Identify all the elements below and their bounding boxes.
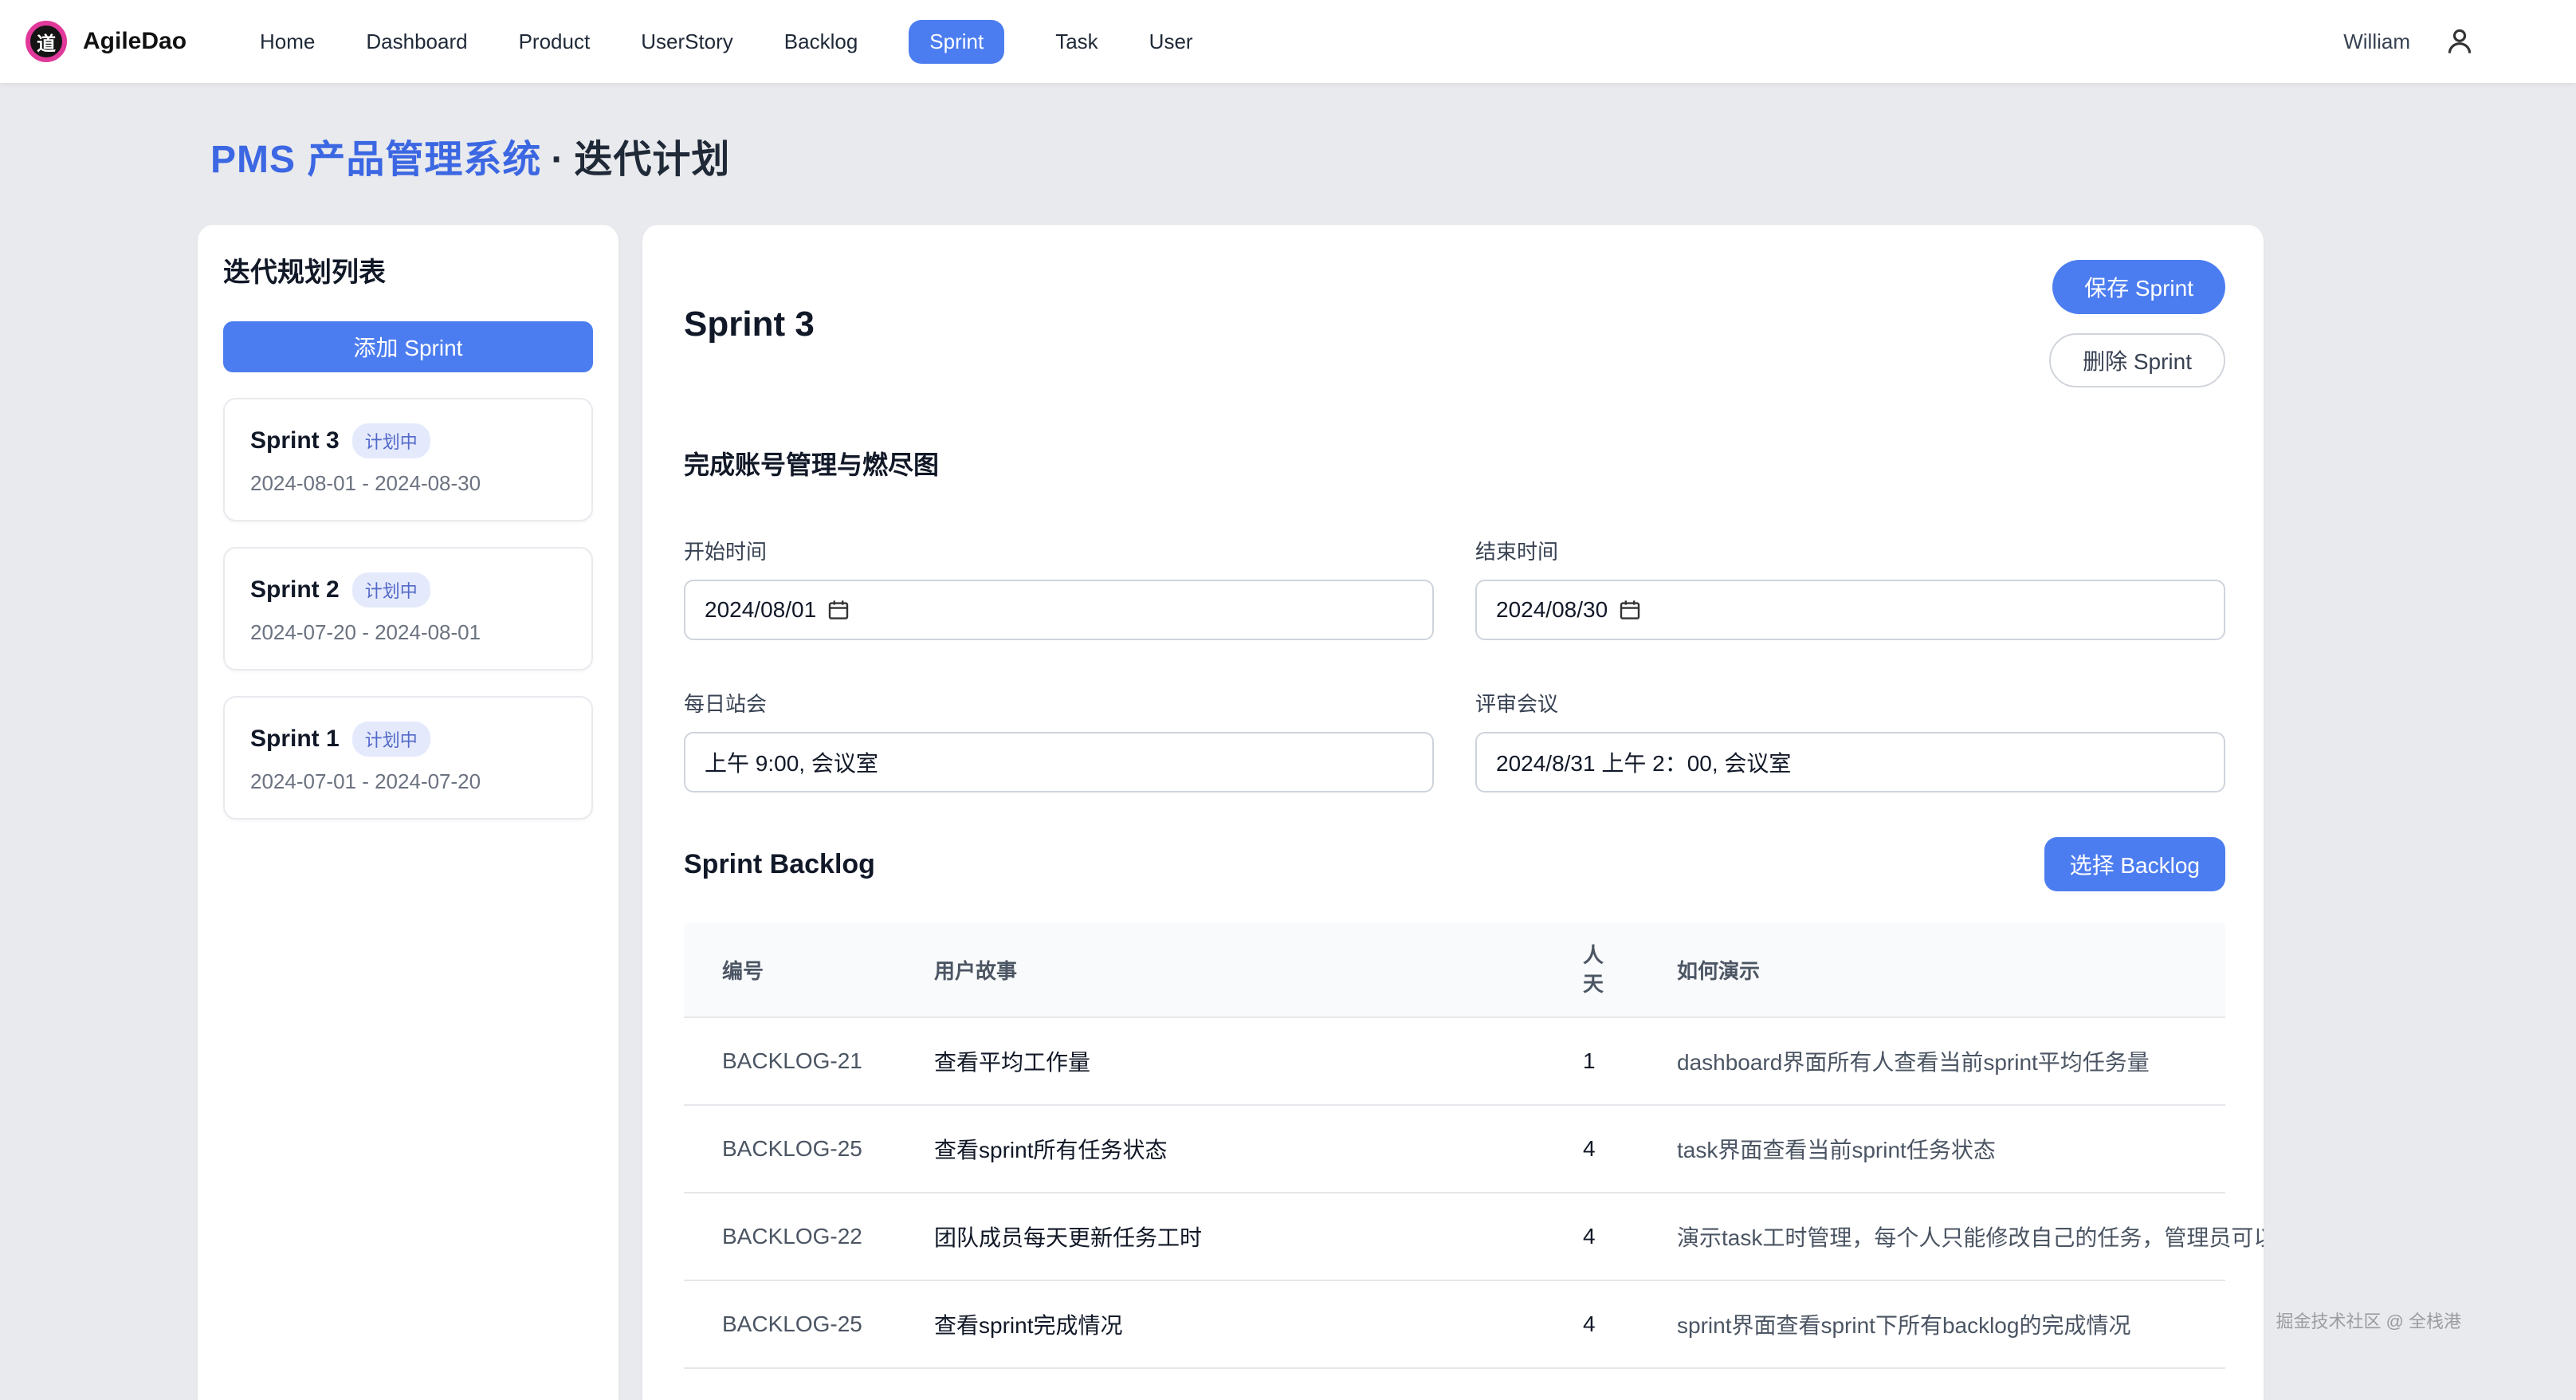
nav-item-dashboard[interactable]: Dashboard bbox=[366, 29, 467, 54]
sprint-item-name: Sprint 2 bbox=[250, 576, 340, 604]
cell-days: 4 bbox=[1564, 1280, 1651, 1368]
username[interactable]: William bbox=[2343, 29, 2410, 54]
calendar-icon[interactable] bbox=[1619, 599, 1641, 621]
standup-value: 上午 9:00, 会议室 bbox=[705, 746, 878, 778]
cell-id: BACKLOG-21 bbox=[684, 1017, 896, 1105]
cell-demo: dashboard界面所有人查看当前sprint平均任务量 bbox=[1651, 1017, 2225, 1105]
sprint-item-dates: 2024-07-01 - 2024-07-20 bbox=[250, 769, 566, 794]
nav-right: William bbox=[2343, 27, 2474, 56]
sprint-list-heading: 迭代规划列表 bbox=[223, 250, 593, 289]
delete-sprint-button[interactable]: 删除 Sprint bbox=[2049, 333, 2225, 387]
table-row: BACKLOG-25 查看sprint所有任务状态 4 task界面查看当前sp… bbox=[684, 1105, 2225, 1193]
sprint-detail-title: Sprint 3 bbox=[684, 305, 815, 344]
nav-item-sprint[interactable]: Sprint bbox=[909, 20, 1004, 64]
standup-label: 每日站会 bbox=[684, 688, 1434, 718]
col-story: 用户故事 bbox=[896, 923, 1564, 1017]
nav-item-task[interactable]: Task bbox=[1055, 29, 1098, 54]
cell-days: 4 bbox=[1564, 1193, 1651, 1280]
sprint-item-name: Sprint 3 bbox=[250, 427, 340, 454]
page-title-section: 迭代计划 bbox=[574, 139, 730, 181]
user-profile-icon[interactable] bbox=[2445, 27, 2474, 56]
start-time-field: 开始时间 2024/08/01 bbox=[684, 536, 1434, 640]
sprint-item-dates: 2024-08-01 - 2024-08-30 bbox=[250, 471, 566, 496]
cell-days: 4 bbox=[1564, 1105, 1651, 1193]
end-date-input[interactable]: 2024/08/30 bbox=[1475, 580, 2225, 640]
backlog-heading: Sprint Backlog bbox=[684, 849, 875, 880]
review-label: 评审会议 bbox=[1475, 688, 2225, 718]
sprint-list-item-3[interactable]: Sprint 3 计划中 2024-08-01 - 2024-08-30 bbox=[223, 398, 593, 521]
page-title: PMS 产品管理系统·迭代计划 bbox=[210, 128, 2576, 183]
page-title-separator: · bbox=[551, 139, 564, 181]
sprint-list-item-2[interactable]: Sprint 2 计划中 2024-07-20 - 2024-08-01 bbox=[223, 547, 593, 671]
nav-item-product[interactable]: Product bbox=[519, 29, 591, 54]
brand-name: AgileDao bbox=[83, 28, 187, 55]
backlog-table: 编号 用户故事 人天 如何演示 BACKLOG-21 查看平均工作量 1 das… bbox=[684, 923, 2225, 1369]
status-badge: 计划中 bbox=[352, 423, 430, 458]
cell-story: 查看sprint所有任务状态 bbox=[896, 1105, 1564, 1193]
sprint-list-panel: 迭代规划列表 添加 Sprint Sprint 3 计划中 2024-08-01… bbox=[198, 225, 618, 1400]
add-sprint-button[interactable]: 添加 Sprint bbox=[223, 321, 593, 372]
cell-demo: task界面查看当前sprint任务状态 bbox=[1651, 1105, 2225, 1193]
sprint-item-name: Sprint 1 bbox=[250, 726, 340, 753]
content-area: 迭代规划列表 添加 Sprint Sprint 3 计划中 2024-08-01… bbox=[198, 225, 2264, 1400]
detail-header: Sprint 3 保存 Sprint 删除 Sprint bbox=[684, 260, 2225, 387]
col-demo: 如何演示 bbox=[1651, 923, 2225, 1017]
save-sprint-button[interactable]: 保存 Sprint bbox=[2052, 260, 2225, 314]
nav-item-user[interactable]: User bbox=[1149, 29, 1193, 54]
nav-item-backlog[interactable]: Backlog bbox=[784, 29, 858, 54]
main-nav: Home Dashboard Product UserStory Backlog… bbox=[260, 20, 1193, 64]
cell-story: 查看平均工作量 bbox=[896, 1017, 1564, 1105]
sprint-form: 开始时间 2024/08/01 结束时间 2024/08/30 bbox=[684, 536, 2225, 792]
col-id: 编号 bbox=[684, 923, 896, 1017]
cell-days: 1 bbox=[1564, 1017, 1651, 1105]
page-title-system: PMS 产品管理系统 bbox=[210, 139, 541, 181]
cell-id: BACKLOG-25 bbox=[684, 1280, 896, 1368]
table-row: BACKLOG-22 团队成员每天更新任务工时 4 演示task工时管理，每个人… bbox=[684, 1193, 2225, 1280]
cell-id: BACKLOG-22 bbox=[684, 1193, 896, 1280]
table-header-row: 编号 用户故事 人天 如何演示 bbox=[684, 923, 2225, 1017]
cell-story: 团队成员每天更新任务工时 bbox=[896, 1193, 1564, 1280]
sprint-goal: 完成账号管理与燃尽图 bbox=[684, 445, 2225, 482]
end-time-label: 结束时间 bbox=[1475, 536, 2225, 565]
cell-demo: sprint界面查看sprint下所有backlog的完成情况 bbox=[1651, 1280, 2225, 1368]
table-row: BACKLOG-25 查看sprint完成情况 4 sprint界面查看spri… bbox=[684, 1280, 2225, 1368]
standup-field: 每日站会 上午 9:00, 会议室 bbox=[684, 688, 1434, 792]
end-date-value: 2024/08/30 bbox=[1496, 597, 1608, 623]
cell-story: 查看sprint完成情况 bbox=[896, 1280, 1564, 1368]
start-time-label: 开始时间 bbox=[684, 536, 1434, 565]
col-days: 人天 bbox=[1564, 923, 1651, 1017]
review-input[interactable]: 2024/8/31 上午 2：00, 会议室 bbox=[1475, 732, 2225, 792]
detail-actions: 保存 Sprint 删除 Sprint bbox=[2049, 260, 2225, 387]
nav-item-home[interactable]: Home bbox=[260, 29, 315, 54]
select-backlog-button[interactable]: 选择 Backlog bbox=[2044, 837, 2225, 891]
review-field: 评审会议 2024/8/31 上午 2：00, 会议室 bbox=[1475, 688, 2225, 792]
status-badge: 计划中 bbox=[352, 722, 430, 757]
backlog-header: Sprint Backlog 选择 Backlog bbox=[684, 837, 2225, 891]
sprint-detail-panel: Sprint 3 保存 Sprint 删除 Sprint 完成账号管理与燃尽图 … bbox=[642, 225, 2264, 1400]
start-date-input[interactable]: 2024/08/01 bbox=[684, 580, 1434, 640]
top-nav: 道 AgileDao Home Dashboard Product UserSt… bbox=[0, 0, 2576, 83]
nav-item-userstory[interactable]: UserStory bbox=[641, 29, 733, 54]
brand-logo-icon[interactable]: 道 bbox=[26, 21, 67, 62]
table-row: BACKLOG-21 查看平均工作量 1 dashboard界面所有人查看当前s… bbox=[684, 1017, 2225, 1105]
cell-demo: 演示task工时管理，每个人只能修改自己的任务，管理员可以修改所有任务 bbox=[1651, 1193, 2225, 1280]
sprint-list-item-1[interactable]: Sprint 1 计划中 2024-07-01 - 2024-07-20 bbox=[223, 696, 593, 820]
standup-input[interactable]: 上午 9:00, 会议室 bbox=[684, 732, 1434, 792]
start-date-value: 2024/08/01 bbox=[705, 597, 816, 623]
review-value: 2024/8/31 上午 2：00, 会议室 bbox=[1496, 746, 1791, 778]
watermark: 掘金技术社区 @ 全栈港 bbox=[2276, 1308, 2461, 1333]
end-time-field: 结束时间 2024/08/30 bbox=[1475, 536, 2225, 640]
cell-id: BACKLOG-25 bbox=[684, 1105, 896, 1193]
status-badge: 计划中 bbox=[352, 572, 430, 608]
sprint-item-dates: 2024-07-20 - 2024-08-01 bbox=[250, 620, 566, 645]
calendar-icon[interactable] bbox=[827, 599, 850, 621]
